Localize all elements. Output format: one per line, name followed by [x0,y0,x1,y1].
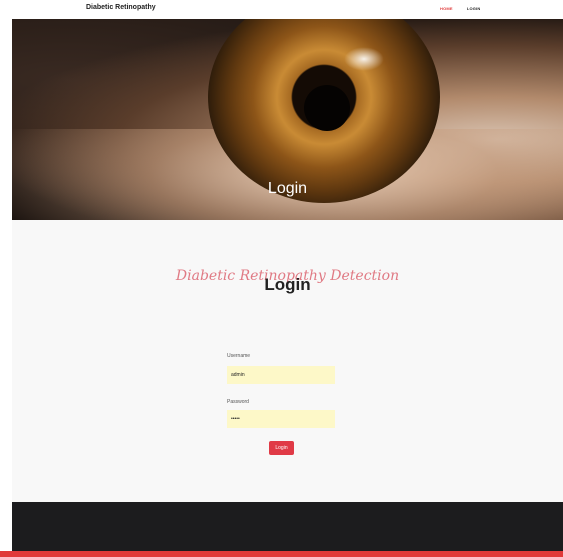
username-input[interactable] [227,366,335,384]
pupil [304,85,350,131]
form-title: Login [264,275,311,294]
footer [12,502,563,551]
brand-title[interactable]: Diabetic Retinopathy [86,4,156,11]
hero-banner: Login [12,19,563,220]
password-label: Password [227,399,249,405]
nav-links: HOME LOGIN [440,6,480,11]
username-label: Username [227,353,251,359]
password-input[interactable] [227,410,335,428]
hero-title: Login [267,180,308,197]
login-section: Diabetic Retinopathy Detection Login Use… [12,220,563,502]
footer-accent-bar [0,551,563,557]
login-button[interactable]: Login [269,441,294,455]
eye-highlight [344,47,384,71]
navbar: Diabetic Retinopathy HOME LOGIN [0,0,563,19]
nav-link-login[interactable]: LOGIN [467,6,481,11]
nav-link-home[interactable]: HOME [440,6,453,11]
eye-image [208,19,440,203]
